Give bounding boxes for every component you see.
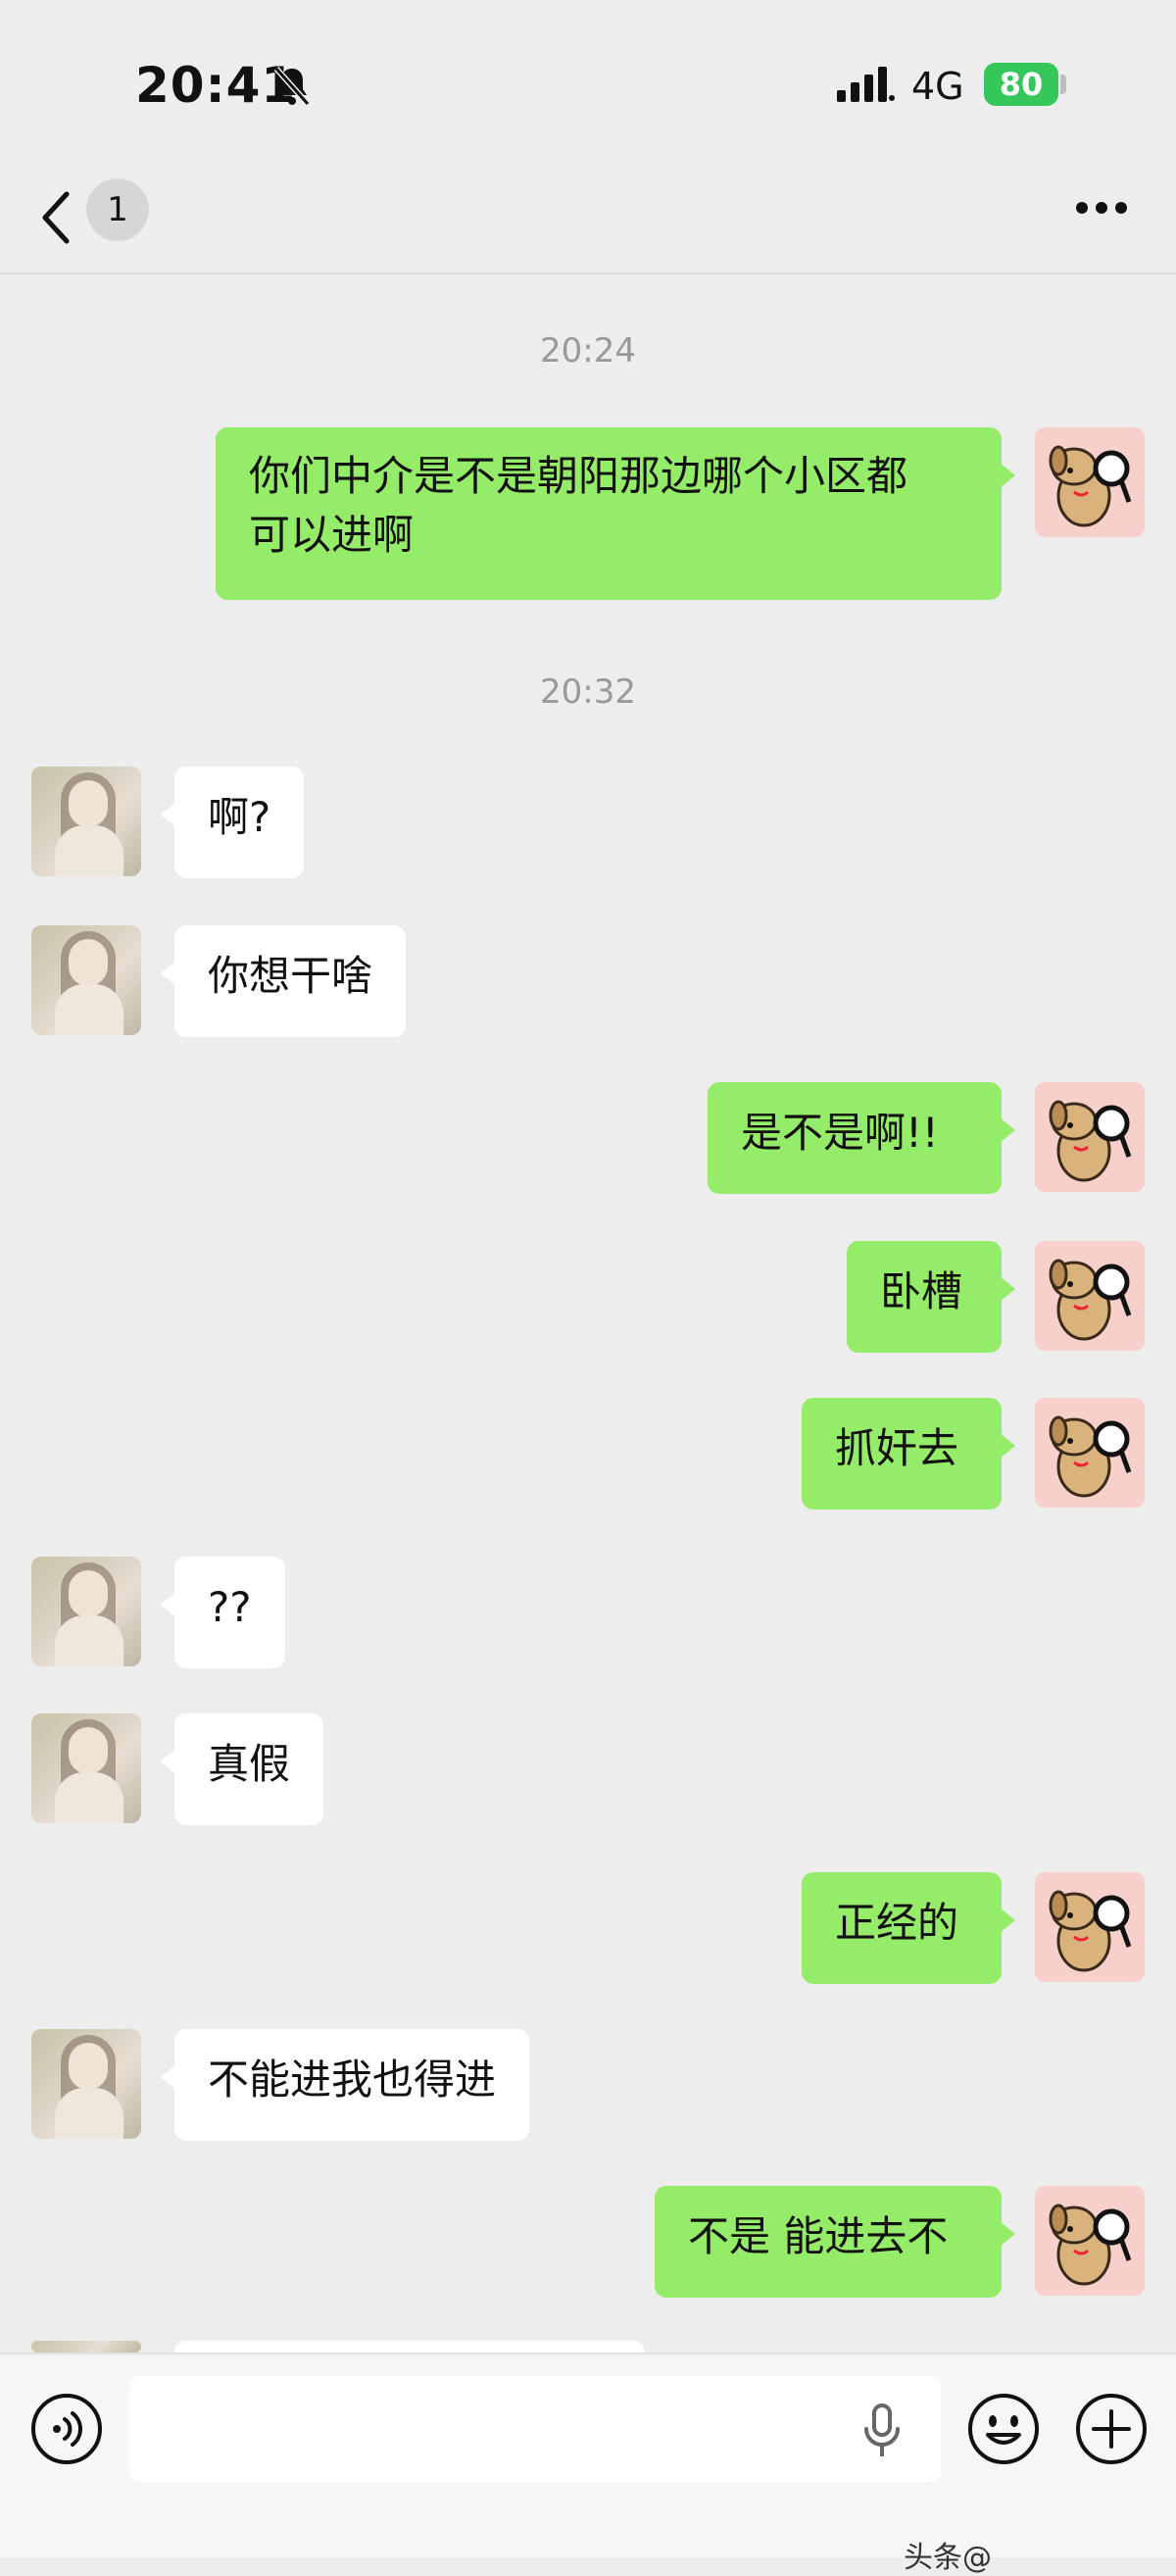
sent-message-bubble[interactable]: 你们中介是不是朝阳那边哪个小区都 可以进啊	[216, 427, 1015, 600]
contact-avatar[interactable]	[31, 1713, 141, 1823]
watermark: 头条@	[904, 2541, 992, 2575]
my-avatar[interactable]	[1035, 2186, 1145, 2296]
sent-message-bubble[interactable]: 是不是啊!!	[708, 1082, 1015, 1194]
unread-count-badge[interactable]: 1	[86, 178, 149, 241]
sent-message-bubble[interactable]: 不是 能进去不	[655, 2186, 1015, 2298]
received-message-bubble[interactable]: 真假	[160, 1713, 324, 1825]
puppy-detective-avatar-icon	[1049, 1100, 1132, 1182]
timestamp: 20:24	[540, 331, 636, 371]
sent-message-bubble[interactable]: 抓奸去	[802, 1398, 1015, 1510]
contact-avatar[interactable]	[31, 925, 141, 1035]
back-arrow-icon[interactable]	[37, 186, 76, 249]
puppy-detective-avatar-icon	[1049, 445, 1132, 527]
battery-tip	[1060, 74, 1066, 94]
my-avatar[interactable]	[1035, 1398, 1145, 1508]
contact-avatar-partial	[31, 2341, 141, 2353]
received-message-bubble[interactable]: ??	[161, 1557, 285, 1668]
contact-avatar[interactable]	[31, 2029, 141, 2139]
contact-avatar[interactable]	[31, 1557, 141, 1666]
network-type: 4G	[911, 65, 964, 108]
received-message-bubble[interactable]: 不能进我也得进	[160, 2029, 530, 2141]
timestamp: 20:32	[540, 672, 636, 712]
chat-header	[0, 167, 1176, 274]
microphone-icon[interactable]	[860, 2403, 904, 2458]
puppy-detective-avatar-icon	[1049, 1415, 1132, 1498]
puppy-detective-avatar-icon	[1049, 1890, 1132, 1972]
my-avatar[interactable]	[1035, 1082, 1145, 1192]
received-message-bubble[interactable]: 啊?	[160, 767, 305, 878]
sent-message-bubble[interactable]: 卧槽	[847, 1241, 1015, 1353]
message-line: 可以进啊	[249, 511, 415, 559]
voice-mode-icon[interactable]	[29, 2392, 104, 2466]
my-avatar[interactable]	[1035, 1872, 1145, 1982]
bell-muted-icon	[273, 67, 311, 106]
battery-indicator: 80	[984, 63, 1058, 106]
message-line: 你们中介是不是朝阳那边哪个小区都	[249, 452, 908, 500]
puppy-detective-avatar-icon	[1049, 1259, 1132, 1341]
my-avatar[interactable]	[1035, 427, 1145, 537]
received-message-bubble-partial	[174, 2341, 645, 2353]
status-bar: 20:41 4G 80	[0, 0, 1176, 167]
more-options-icon[interactable]	[1074, 200, 1129, 216]
plus-icon[interactable]	[1074, 2392, 1149, 2466]
puppy-detective-avatar-icon	[1049, 2204, 1132, 2286]
emoji-icon[interactable]	[966, 2392, 1041, 2466]
received-message-bubble[interactable]: 你想干啥	[160, 925, 407, 1037]
contact-avatar[interactable]	[31, 767, 141, 876]
sent-message-bubble[interactable]: 正经的	[802, 1872, 1015, 1984]
message-input[interactable]	[129, 2376, 941, 2482]
my-avatar[interactable]	[1035, 1241, 1145, 1351]
signal-icon	[837, 67, 895, 102]
